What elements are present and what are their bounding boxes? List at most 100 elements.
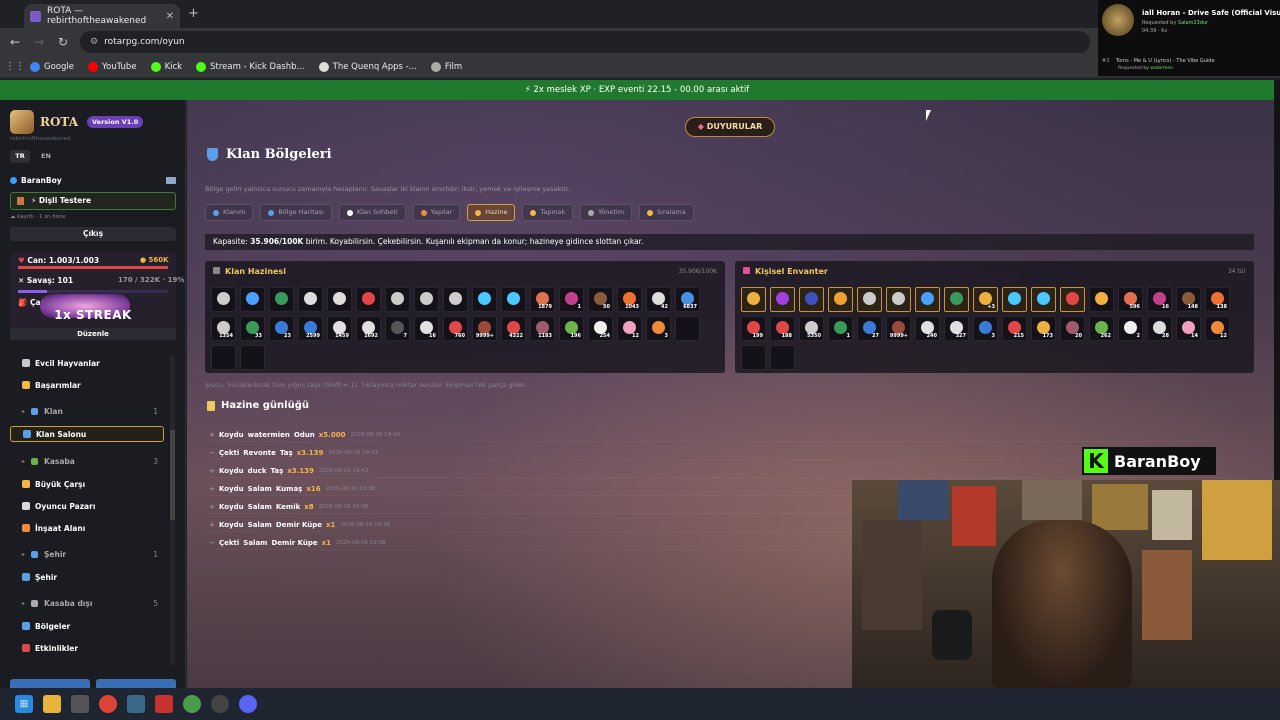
bookmark-1[interactable]: Google — [30, 61, 74, 72]
treasury-slot[interactable] — [211, 287, 236, 312]
equipped-item[interactable]: ⚡ Dişli Testere — [10, 192, 176, 210]
treasury-slot[interactable]: 9999+ — [472, 316, 497, 341]
inventory-slot[interactable]: 2 — [1118, 316, 1143, 341]
clan-tab-3[interactable]: Yapılar — [412, 204, 461, 221]
inventory-slot[interactable] — [741, 345, 766, 370]
treasury-slot[interactable]: 33 — [240, 316, 265, 341]
inventory-slot[interactable]: 5350 — [799, 316, 824, 341]
inventory-slot[interactable] — [857, 287, 882, 312]
app-icon-3[interactable] — [183, 695, 201, 713]
inventory-slot[interactable] — [770, 345, 795, 370]
nav-item-5[interactable]: Büyük Çarşı — [10, 476, 164, 492]
lang-tr-button[interactable]: TR — [10, 150, 30, 163]
inventory-slot[interactable] — [828, 287, 853, 312]
nav-item-1[interactable]: Başarımlar — [10, 377, 164, 393]
bookmark-2[interactable]: YouTube — [87, 61, 137, 72]
inventory-slot[interactable]: 12 — [1205, 316, 1230, 341]
nav-group-8[interactable]: ▸ Şehir 1 — [10, 546, 164, 562]
treasury-slot[interactable]: 23 — [269, 316, 294, 341]
browser-tab[interactable]: ROTA — rebirthoftheawakened ✕ — [24, 4, 180, 28]
nav-item-0[interactable]: Evcil Hayvanlar — [10, 355, 164, 371]
treasury-slot[interactable] — [211, 345, 236, 370]
store-icon[interactable] — [71, 695, 89, 713]
nav-item-6[interactable]: Oyuncu Pazarı — [10, 498, 164, 514]
inventory-slot[interactable]: 240 — [915, 316, 940, 341]
discord-icon[interactable] — [239, 695, 257, 713]
inventory-slot[interactable]: 16 — [1147, 287, 1172, 312]
treasury-slot[interactable]: 4322 — [501, 316, 526, 341]
nav-item-12[interactable]: Etkinlikler — [10, 640, 164, 656]
treasury-slot[interactable] — [443, 287, 468, 312]
treasury-slot[interactable]: 1183 — [530, 316, 555, 341]
inventory-slot[interactable]: 14 — [1176, 316, 1201, 341]
inventory-slot[interactable]: 262 — [1089, 316, 1114, 341]
announcements-button[interactable]: ◆ DUYURULAR — [685, 117, 775, 137]
treasury-slot[interactable]: 6837 — [675, 287, 700, 312]
sidebar-scrollbar[interactable] — [170, 355, 175, 665]
inventory-slot[interactable] — [944, 287, 969, 312]
treasury-slot[interactable] — [240, 287, 265, 312]
inventory-slot[interactable] — [770, 287, 795, 312]
treasury-slot[interactable] — [501, 287, 526, 312]
treasury-slot[interactable] — [240, 345, 265, 370]
nav-item-9[interactable]: Şehir — [10, 569, 164, 585]
lang-en-button[interactable]: EN — [36, 150, 56, 163]
inventory-slot[interactable]: +3 — [973, 287, 998, 312]
windows-start-icon[interactable]: ⊞ — [15, 695, 33, 713]
treasury-slot[interactable]: 3 — [646, 316, 671, 341]
nav-item-7[interactable]: İnşaat Alanı — [10, 520, 164, 536]
treasury-slot[interactable]: 2599 — [298, 316, 323, 341]
bookmark-3[interactable]: Kick — [150, 61, 182, 72]
treasury-slot[interactable] — [414, 287, 439, 312]
inventory-slot[interactable]: 28 — [1147, 316, 1172, 341]
app-icon-4[interactable] — [211, 695, 229, 713]
nav-group-4[interactable]: ▸ Kasaba 3 — [10, 453, 164, 469]
treasury-slot[interactable]: 1043 — [617, 287, 642, 312]
treasury-slot[interactable]: 12 — [617, 316, 642, 341]
treasury-slot[interactable]: 254 — [588, 316, 613, 341]
forward-icon[interactable]: → — [27, 35, 51, 49]
treasury-slot[interactable]: 1354 — [211, 316, 236, 341]
back-icon[interactable]: ← — [3, 35, 27, 49]
inventory-slot[interactable]: 27 — [857, 316, 882, 341]
inventory-slot[interactable]: 215 — [1002, 316, 1027, 341]
inventory-slot[interactable]: 173 — [1031, 316, 1056, 341]
bookmark-4[interactable]: Stream - Kick Dashb... — [196, 61, 305, 72]
clan-tab-7[interactable]: Sıralama — [639, 204, 694, 221]
inventory-slot[interactable]: 148 — [1176, 287, 1201, 312]
clan-tab-1[interactable]: Bölge Haritası — [260, 204, 332, 221]
treasury-slot[interactable] — [675, 316, 700, 341]
treasury-slot[interactable] — [472, 287, 497, 312]
treasury-slot[interactable]: 7 — [385, 316, 410, 341]
clan-tab-6[interactable]: Yönetim — [580, 204, 633, 221]
inventory-slot[interactable]: 199 — [741, 316, 766, 341]
inventory-slot[interactable] — [915, 287, 940, 312]
inventory-slot[interactable] — [886, 287, 911, 312]
nav-item-3[interactable]: Klan Salonu — [10, 426, 164, 442]
logout-button[interactable]: Çıkış — [10, 227, 176, 241]
inventory-slot[interactable] — [1089, 287, 1114, 312]
treasury-slot[interactable]: 1692 — [356, 316, 381, 341]
clan-tab-0[interactable]: Klanım — [205, 204, 254, 221]
treasury-slot[interactable]: 1459 — [327, 316, 352, 341]
inventory-slot[interactable] — [741, 287, 766, 312]
apps-grid-icon[interactable]: ⋮⋮ — [0, 61, 30, 72]
treasury-slot[interactable]: 1879 — [530, 287, 555, 312]
address-bar[interactable]: ⚙ rotarpg.com/oyun — [80, 31, 1090, 53]
treasury-slot[interactable] — [356, 287, 381, 312]
inventory-slot[interactable]: 596 — [1118, 287, 1143, 312]
inventory-slot[interactable] — [1002, 287, 1027, 312]
bookmark-5[interactable]: The Quenq Apps -... — [318, 61, 417, 72]
treasury-slot[interactable] — [327, 287, 352, 312]
treasury-slot[interactable]: 16 — [414, 316, 439, 341]
treasury-slot[interactable]: 196 — [559, 316, 584, 341]
inventory-slot[interactable] — [1031, 287, 1056, 312]
inventory-slot[interactable]: 9999+ — [886, 316, 911, 341]
bookmark-6[interactable]: Film — [430, 61, 462, 72]
site-info-icon[interactable]: ⚙ — [90, 37, 98, 47]
mail-icon[interactable] — [166, 177, 176, 184]
file-explorer-icon[interactable] — [43, 695, 61, 713]
inventory-slot[interactable]: 188 — [770, 316, 795, 341]
inventory-slot[interactable] — [799, 287, 824, 312]
inventory-slot[interactable]: 138 — [1205, 287, 1230, 312]
